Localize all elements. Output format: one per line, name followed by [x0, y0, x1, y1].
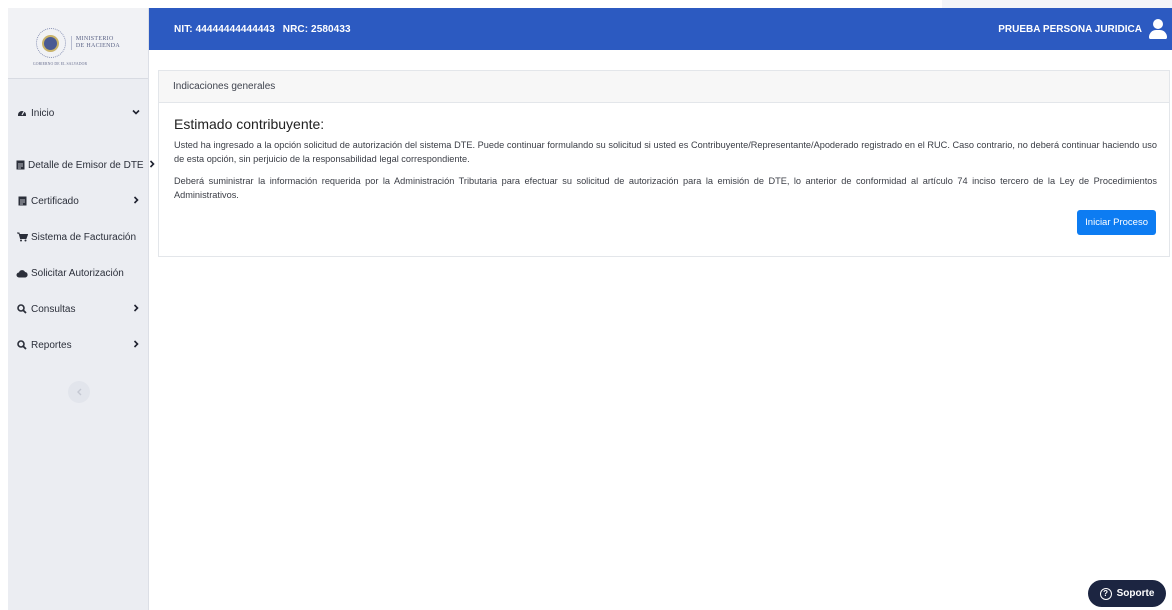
- sidebar-item-inicio[interactable]: Inicio: [8, 95, 148, 131]
- cart-icon: [16, 232, 28, 242]
- sidebar-item-detalle-emisor[interactable]: Detalle de Emisor de DTE: [8, 147, 155, 183]
- cloud-icon: [16, 269, 28, 278]
- chevron-right-icon: [148, 159, 156, 171]
- sidebar-item-label: Detalle de Emisor de DTE: [28, 159, 144, 171]
- sidebar-item-consultas[interactable]: Consultas: [8, 291, 148, 327]
- ministry-name-line1: MINISTERIO: [75, 36, 114, 42]
- top-bar: NIT: 44444444444443 NRC: 2580433 PRUEBA …: [149, 8, 1172, 50]
- search-icon: [16, 340, 28, 350]
- sidebar-item-label: Inicio: [31, 107, 55, 119]
- nit-label: NIT: 44444444444443: [174, 23, 275, 35]
- ministry-name: MINISTERIO DE HACIENDA: [70, 36, 121, 50]
- chevron-right-icon: [132, 303, 140, 315]
- ministry-name-line2: DE HACIENDA: [75, 43, 121, 49]
- sidebar-item-label: Certificado: [31, 195, 79, 207]
- brand-logo[interactable]: GOBIERNO DE EL SALVADOR MINISTERIO DE HA…: [8, 8, 148, 79]
- sidebar-menu: Inicio Detalle de Emisor de DTE Certific…: [8, 95, 155, 363]
- top-decoration: [942, 0, 1172, 8]
- support-label: Soporte: [1116, 588, 1155, 599]
- seal-caption: GOBIERNO DE EL SALVADOR: [32, 62, 88, 66]
- card-title: Estimado contribuyente:: [174, 116, 325, 132]
- instruction-paragraph-1: Usted ha ingresado a la opción solicitud…: [174, 140, 1157, 164]
- sidebar-item-solicitar-autorizacion[interactable]: Solicitar Autorización: [8, 255, 148, 291]
- sidebar-item-label: Consultas: [31, 303, 76, 315]
- sidebar-item-label: Sistema de Facturación: [31, 231, 137, 243]
- chevron-right-icon: [132, 195, 140, 207]
- user-name: PRUEBA PERSONA JURIDICA: [998, 23, 1142, 35]
- start-process-button[interactable]: Iniciar Proceso: [1077, 210, 1156, 235]
- sidebar-item-label: Solicitar Autorización: [31, 267, 124, 279]
- help-icon: ?: [1099, 587, 1112, 600]
- card-body: Estimado contribuyente: Usted ha ingresa…: [159, 103, 1169, 235]
- card-header: Indicaciones generales: [159, 71, 1169, 103]
- document-icon: [16, 196, 28, 206]
- seal-icon: GOBIERNO DE EL SALVADOR: [33, 28, 87, 66]
- sidebar: GOBIERNO DE EL SALVADOR MINISTERIO DE HA…: [8, 8, 155, 610]
- nrc-label: NRC: 2580433: [282, 23, 351, 35]
- card-actions: Iniciar Proceso: [174, 210, 1157, 235]
- user-menu[interactable]: PRUEBA PERSONA JURIDICA: [998, 18, 1172, 40]
- sidebar-item-reportes[interactable]: Reportes: [8, 327, 148, 363]
- sidebar-item-sistema-facturacion[interactable]: Sistema de Facturación: [8, 219, 148, 255]
- chevron-right-icon: [132, 339, 140, 351]
- document-icon: [16, 160, 25, 170]
- user-icon: [1148, 18, 1168, 40]
- dashboard-icon: [16, 108, 28, 118]
- sidebar-item-label: Reportes: [31, 339, 72, 351]
- support-button[interactable]: ? Soporte: [1088, 580, 1166, 607]
- instruction-paragraph-2: Deberá suministrar la información requer…: [174, 176, 1157, 200]
- search-icon: [16, 304, 28, 314]
- taxpayer-ids: NIT: 44444444444443 NRC: 2580433: [174, 24, 351, 35]
- chevron-left-icon: [76, 388, 81, 396]
- chevron-down-icon: [132, 108, 140, 119]
- sidebar-collapse-button[interactable]: [68, 381, 90, 403]
- general-instructions-card: Indicaciones generales Estimado contribu…: [158, 70, 1170, 257]
- sidebar-item-certificado[interactable]: Certificado: [8, 183, 148, 219]
